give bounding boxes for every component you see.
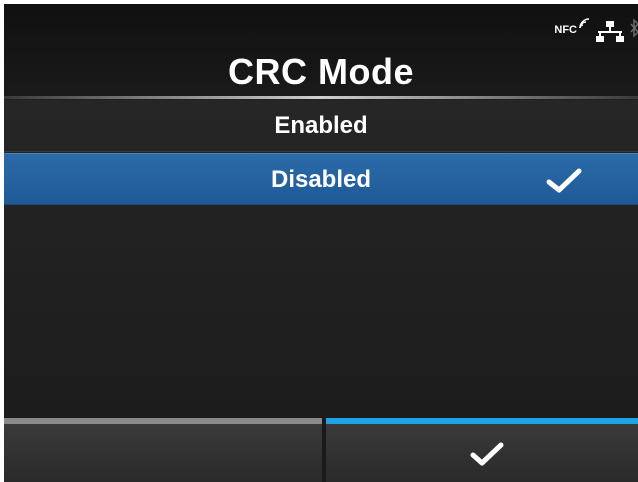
bluetooth-icon [630, 18, 638, 38]
nfc-label: NFC [554, 24, 577, 36]
softkey-left[interactable] [4, 418, 322, 482]
option-disabled[interactable]: Disabled [4, 153, 638, 205]
title-divider [4, 96, 638, 99]
printer-screen: NFC CRC Mode Enabled Disabled [4, 4, 638, 482]
checkmark-icon [546, 168, 582, 193]
softkey-bar [4, 418, 638, 482]
option-label: Enabled [274, 112, 368, 139]
option-enabled[interactable]: Enabled [4, 100, 638, 152]
title-bar: NFC CRC Mode [4, 4, 638, 96]
network-icon [596, 21, 624, 42]
option-label: Disabled [270, 166, 372, 193]
checkmark-icon [470, 442, 504, 466]
confirm-button[interactable] [326, 418, 638, 482]
nfc-icon: NFC [554, 18, 590, 36]
option-list: Enabled Disabled [4, 100, 638, 418]
page-title: CRC Mode [228, 51, 414, 92]
status-icons: NFC [554, 18, 638, 46]
